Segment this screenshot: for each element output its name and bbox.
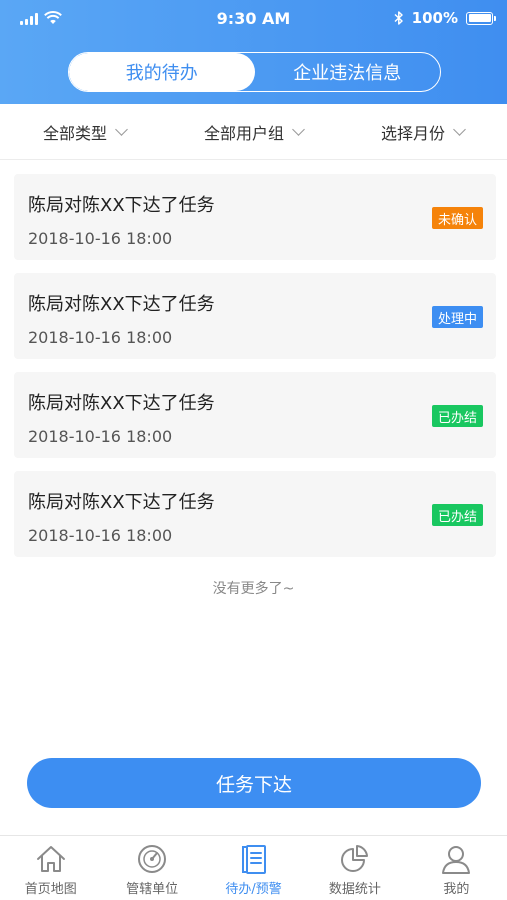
filter-bar: 全部类型 全部用户组 选择月份: [0, 104, 507, 160]
bottom-tab-bar: 首页地图 管辖单位 待办/预警 数据统计 我的: [0, 835, 507, 900]
status-badge: 已办结: [431, 504, 483, 526]
task-title: 陈局对陈XX下达了任务: [28, 294, 215, 315]
status-right: 100%: [394, 9, 496, 27]
tab-label: 管辖单位: [126, 882, 179, 897]
pie-chart-icon: [340, 845, 368, 872]
status-bar: 9:30 AM 100%: [0, 0, 507, 38]
status-badge: 未确认: [431, 207, 483, 229]
header: 9:30 AM 100% 我的待办 企业违法信息: [0, 0, 507, 104]
tab-statistics[interactable]: 数据统计: [304, 836, 405, 900]
task-title: 陈局对陈XX下达了任务: [28, 393, 215, 414]
dashboard-icon: [138, 845, 167, 873]
tab-label: 数据统计: [328, 882, 381, 897]
filter-month-label: 选择月份: [380, 123, 445, 143]
task-datetime: 2018-10-16 18:00: [28, 427, 173, 446]
tab-label: 我的: [443, 882, 470, 897]
task-datetime: 2018-10-16 18:00: [28, 328, 173, 347]
tab-todo-warning[interactable]: 待办/预警: [203, 836, 304, 900]
filter-type-dropdown[interactable]: 全部类型: [0, 104, 169, 159]
status-badge: 已办结: [431, 405, 483, 427]
task-datetime: 2018-10-16 18:00: [28, 526, 173, 545]
battery-percent: 100%: [411, 9, 458, 27]
task-card[interactable]: 陈局对陈XX下达了任务 2018-10-16 18:00 处理中: [14, 273, 496, 359]
chevron-down-icon: [292, 122, 305, 136]
task-datetime: 2018-10-16 18:00: [28, 229, 173, 248]
task-title: 陈局对陈XX下达了任务: [28, 492, 215, 513]
task-title: 陈局对陈XX下达了任务: [28, 195, 215, 216]
tab-my-todo[interactable]: 我的待办: [69, 53, 255, 91]
no-more-text: 没有更多了~: [212, 581, 295, 597]
home-icon: [36, 846, 65, 872]
battery-icon: [466, 11, 496, 25]
document-icon: [241, 845, 266, 874]
user-icon: [442, 846, 471, 874]
task-card[interactable]: 陈局对陈XX下达了任务 2018-10-16 18:00 已办结: [14, 372, 496, 458]
chevron-down-icon: [453, 122, 466, 136]
chevron-down-icon: [115, 122, 128, 136]
tab-enterprise-violations[interactable]: 企业违法信息: [255, 53, 441, 91]
bluetooth-icon: [394, 11, 403, 25]
filter-type-label: 全部类型: [42, 123, 107, 143]
battery-fill: [468, 14, 491, 22]
task-list: 陈局对陈XX下达了任务 2018-10-16 18:00 未确认 陈局对陈XX下…: [14, 174, 496, 570]
tab-label: 首页地图: [24, 882, 77, 897]
status-badge: 处理中: [431, 306, 483, 328]
tab-label: 待办/预警: [225, 882, 282, 897]
tab-mine[interactable]: 我的: [406, 836, 507, 900]
task-card[interactable]: 陈局对陈XX下达了任务 2018-10-16 18:00 未确认: [14, 174, 496, 260]
task-card[interactable]: 陈局对陈XX下达了任务 2018-10-16 18:00 已办结: [14, 471, 496, 557]
assign-task-button[interactable]: 任务下达: [27, 758, 481, 808]
tab-units[interactable]: 管辖单位: [101, 836, 202, 900]
segmented-control: 我的待办 企业违法信息: [68, 52, 441, 92]
tab-home-map[interactable]: 首页地图: [0, 836, 101, 900]
filter-month-dropdown[interactable]: 选择月份: [338, 104, 507, 159]
filter-user-group-label: 全部用户组: [203, 123, 284, 143]
filter-user-group-dropdown[interactable]: 全部用户组: [169, 104, 338, 159]
